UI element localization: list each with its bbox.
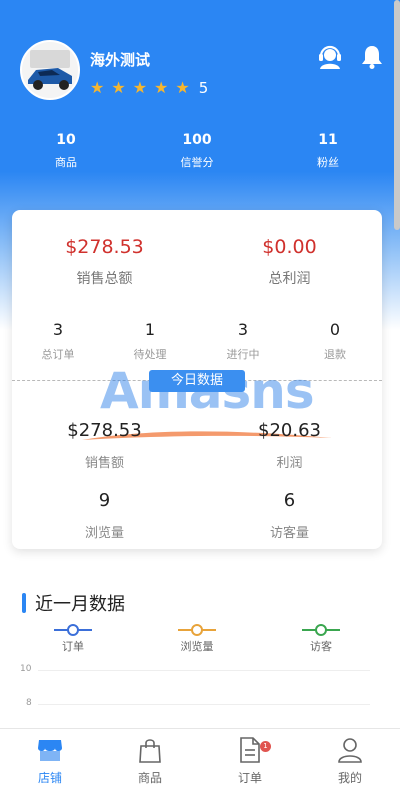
stat-value: 100 xyxy=(182,132,212,148)
legend-label: 订单 xyxy=(62,640,84,653)
support-icon[interactable] xyxy=(317,44,343,70)
star-icon: ★ xyxy=(132,78,148,97)
today-sales-label: 销售额 xyxy=(84,456,124,471)
user-icon xyxy=(338,738,362,763)
shop-icon xyxy=(38,740,62,761)
profit-total-value: $0.00 xyxy=(262,236,317,258)
star-icon: ★ xyxy=(90,78,105,97)
stat-value: 11 xyxy=(318,132,338,148)
stat-fans[interactable]: 11 粉丝 xyxy=(278,132,378,170)
order-stat-label: 退款 xyxy=(324,348,346,361)
today-views-value: 9 xyxy=(98,490,111,511)
today-sales-value: $278.53 xyxy=(67,420,142,441)
stat-credit[interactable]: 100 信誉分 xyxy=(147,132,247,170)
order-stat-value: 3 xyxy=(52,320,64,339)
sales-total-label: 销售总额 xyxy=(76,271,133,287)
legend-label: 访客 xyxy=(310,640,332,653)
tab-mine[interactable]: 我的 xyxy=(300,737,400,786)
order-stat-in-progress[interactable]: 3 进行中 xyxy=(197,320,289,362)
gridline xyxy=(38,704,370,705)
stat-products[interactable]: 10 商品 xyxy=(16,132,116,170)
profit-total: $0.00 总利润 xyxy=(197,236,382,288)
star-icon: ★ xyxy=(175,78,190,97)
today-visitors-value: 6 xyxy=(283,490,296,511)
scrollbar[interactable] xyxy=(394,0,400,230)
tab-label: 店铺 xyxy=(37,771,62,785)
tab-orders[interactable]: 1 订单 xyxy=(200,737,300,786)
order-stat-value: 0 xyxy=(329,320,341,339)
stat-label: 粉丝 xyxy=(317,156,339,169)
tab-label: 订单 xyxy=(237,771,262,785)
today-data-tag: 今日数据 xyxy=(149,370,245,392)
stat-label: 信誉分 xyxy=(180,156,214,169)
star-icon: ★ xyxy=(111,78,126,97)
tab-label: 商品 xyxy=(137,771,162,785)
rating-value: 5 xyxy=(198,79,209,97)
y-axis-label: 10 xyxy=(20,664,32,674)
today-profit: $20.63 利润 xyxy=(197,420,382,471)
stat-label: 商品 xyxy=(55,156,77,169)
legend-orders[interactable]: 订单 xyxy=(23,623,123,654)
sales-total: $278.53 销售总额 xyxy=(12,236,197,288)
legend-label: 浏览量 xyxy=(180,640,214,653)
gridline xyxy=(38,670,370,671)
bell-icon[interactable] xyxy=(359,44,385,70)
today-visitors: 6 访客量 xyxy=(197,490,382,541)
document-icon xyxy=(240,737,260,763)
bottom-tab-bar: 店铺 商品 1 订单 我的 xyxy=(0,728,400,800)
tab-products[interactable]: 商品 xyxy=(100,737,200,786)
order-stat-refund[interactable]: 0 退款 xyxy=(289,320,381,362)
rating-stars: ★ ★ ★ ★ ★ 5 xyxy=(90,78,208,98)
today-sales: $278.53 销售额 xyxy=(12,420,197,471)
legend-marker-icon xyxy=(54,624,92,636)
sales-total-value: $278.53 xyxy=(65,236,144,258)
y-axis-label: 8 xyxy=(26,698,32,708)
today-profit-label: 利润 xyxy=(276,456,303,471)
order-stat-value: 3 xyxy=(237,320,249,339)
notification-badge: 1 xyxy=(260,741,271,752)
legend-visitors[interactable]: 访客 xyxy=(271,623,371,654)
today-views-label: 浏览量 xyxy=(84,526,124,541)
today-views: 9 浏览量 xyxy=(12,490,197,541)
today-profit-value: $20.63 xyxy=(258,420,321,441)
summary-card: $278.53 销售总额 $0.00 总利润 3 总订单 1 待处理 3 进行中… xyxy=(12,210,382,549)
today-visitors-label: 访客量 xyxy=(269,526,309,541)
order-stat-label: 进行中 xyxy=(226,348,260,361)
legend-marker-icon xyxy=(178,624,216,636)
tab-label: 我的 xyxy=(337,771,362,785)
legend-marker-icon xyxy=(302,624,340,636)
legend-views[interactable]: 浏览量 xyxy=(147,623,247,654)
section-accent-bar xyxy=(22,593,26,613)
order-stat-value: 1 xyxy=(144,320,156,339)
order-stat-label: 待处理 xyxy=(133,348,167,361)
section-title-text: 近一月数据 xyxy=(35,594,125,615)
shopping-bag-icon xyxy=(139,739,161,763)
tab-shop[interactable]: 店铺 xyxy=(0,737,100,786)
star-icon: ★ xyxy=(154,78,169,97)
stat-value: 10 xyxy=(56,132,76,148)
order-stat-total[interactable]: 3 总订单 xyxy=(12,320,104,362)
section-title: 近一月数据 xyxy=(22,592,125,615)
order-stat-label: 总订单 xyxy=(41,348,75,361)
car-image xyxy=(22,42,78,98)
order-stat-pending[interactable]: 1 待处理 xyxy=(104,320,196,362)
shop-name: 海外测试 xyxy=(90,51,151,69)
shop-avatar[interactable] xyxy=(20,40,80,100)
profit-total-label: 总利润 xyxy=(268,271,311,287)
